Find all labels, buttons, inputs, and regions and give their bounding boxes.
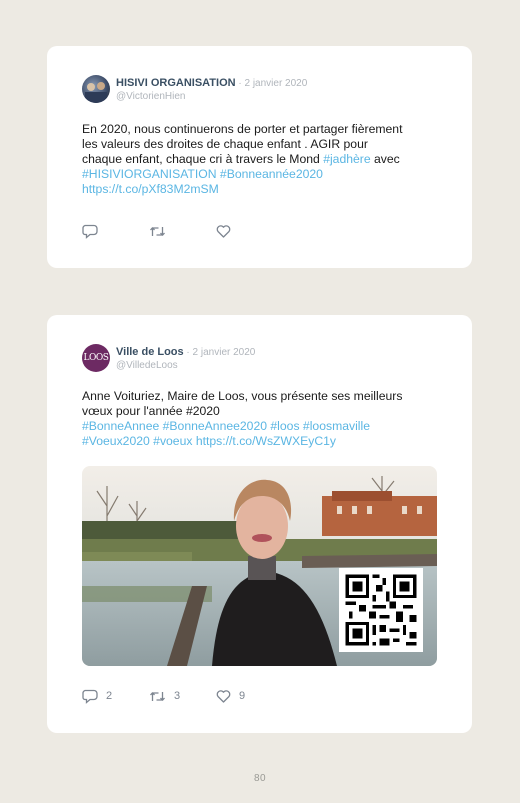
text-line: les valeurs des droites de chaque enfant… <box>82 137 368 151</box>
like-count: 9 <box>239 690 246 702</box>
text-line: chaque enfant, chaque cri à travers le M… <box>82 152 324 166</box>
tweet-header: Ville de Loos · 2 janvier 2020 @VilledeL… <box>116 344 255 372</box>
avatar-logo-text: LOOS <box>83 353 109 363</box>
hashtag-links[interactable]: #BonneAnnee #BonneAnnee2020 #loos #loosm… <box>82 419 370 433</box>
hashtag-links[interactable]: #HISIVIORGANISATION #Bonneannée2020 <box>82 167 323 181</box>
like-button[interactable]: 9 <box>216 689 283 703</box>
url-link[interactable]: https://t.co/pXf83M2mSM <box>82 182 219 196</box>
hashtag-link[interactable]: #jadhère <box>323 152 370 166</box>
like-icon <box>216 224 231 238</box>
tweet-date[interactable]: · 2 janvier 2020 <box>184 347 255 358</box>
page-number: 80 <box>253 773 267 784</box>
author-name[interactable]: HISIVI ORGANISATION <box>116 77 236 89</box>
text-line: vœux pour l'année #2020 <box>82 404 220 418</box>
tweet-date[interactable]: · 2 janvier 2020 <box>236 78 307 89</box>
qr-code <box>339 568 423 652</box>
author-name[interactable]: Ville de Loos <box>116 346 184 358</box>
retweet-button[interactable]: 3 <box>149 690 216 703</box>
hashtag-url-links[interactable]: #Voeux2020 #voeux https://t.co/WsZWXEyC1… <box>82 434 336 448</box>
reply-button[interactable]: 2 <box>82 689 149 704</box>
reply-icon <box>82 689 98 704</box>
reply-count: 2 <box>106 690 113 702</box>
tweet-actions: 2 3 9 <box>82 688 283 704</box>
author-handle[interactable]: @VictorienHien <box>116 90 307 103</box>
avatar[interactable] <box>82 75 110 103</box>
tweet-card-1: HISIVI ORGANISATION · 2 janvier 2020 @Vi… <box>47 46 472 268</box>
author-handle[interactable]: @VilledeLoos <box>116 359 255 372</box>
text-line: Anne Voituriez, Maire de Loos, vous prés… <box>82 389 403 403</box>
like-button[interactable] <box>216 224 283 238</box>
like-icon <box>216 689 231 703</box>
retweet-button[interactable] <box>149 225 216 238</box>
retweet-icon <box>150 691 165 701</box>
tweet-text: Anne Voituriez, Maire de Loos, vous prés… <box>82 389 442 449</box>
reply-icon <box>82 224 98 239</box>
text-line: En 2020, nous continuerons de porter et … <box>82 122 403 136</box>
text-line: avec <box>370 152 400 166</box>
reply-button[interactable] <box>82 224 149 239</box>
video-thumbnail[interactable] <box>82 466 437 666</box>
tweet-header: HISIVI ORGANISATION · 2 janvier 2020 @Vi… <box>116 75 307 103</box>
tweet-text: En 2020, nous continuerons de porter et … <box>82 122 442 197</box>
retweet-count: 3 <box>174 690 181 702</box>
retweet-icon <box>150 226 165 236</box>
tweet-actions <box>82 223 283 239</box>
avatar[interactable]: LOOS <box>82 344 110 372</box>
tweet-card-2: LOOS Ville de Loos · 2 janvier 2020 @Vil… <box>47 315 472 733</box>
